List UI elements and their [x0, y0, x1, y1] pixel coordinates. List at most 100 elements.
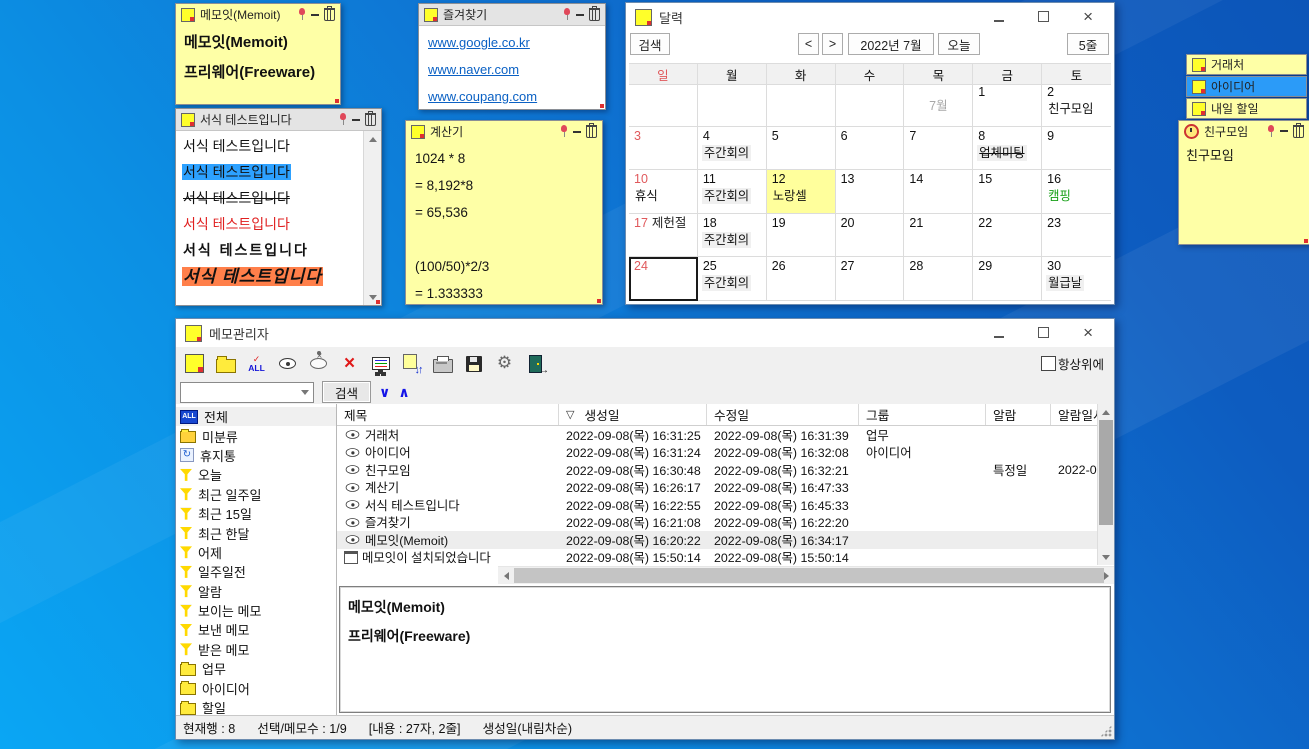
pin-icon[interactable]	[563, 8, 571, 21]
tree-item-12[interactable]: 보낸 메모	[176, 620, 336, 639]
favorite-link[interactable]: www.google.co.kr	[428, 29, 596, 56]
tree-item-15[interactable]: 아이디어	[176, 678, 336, 697]
calendar-cell[interactable]: 20	[836, 214, 905, 258]
calendar-cell[interactable]: 7	[904, 127, 973, 171]
tree-item-16[interactable]: 할일	[176, 698, 336, 716]
calendar-cell[interactable]: 18주간회의	[698, 214, 767, 258]
today-button[interactable]: 오늘	[938, 33, 980, 55]
delete-memo-button[interactable]: ×	[337, 351, 362, 376]
trash-icon[interactable]	[324, 8, 335, 21]
month-button[interactable]: 2022년 7월	[848, 33, 934, 55]
calendar-cell[interactable]: 15	[973, 170, 1042, 214]
table-row[interactable]: 메모잇(Memoit)2022-09-08(목) 16:20:222022-09…	[337, 531, 1114, 549]
tree-item-14[interactable]: 업무	[176, 659, 336, 678]
note-friends-body[interactable]: 친구모임	[1179, 141, 1309, 244]
calendar-window[interactable]: 달력 × 검색 < > 2022년 7월 오늘 5줄 일월화수목금토 7월12친…	[625, 2, 1115, 305]
manager-titlebar[interactable]: 메모관리자 ×	[176, 319, 1114, 347]
note-favorites[interactable]: 즐겨찾기 www.google.co.krwww.naver.comwww.co…	[418, 3, 606, 110]
calendar-cell[interactable]: 8업체미팅	[973, 127, 1042, 171]
calendar-cell[interactable]: 2친구모임	[1042, 83, 1111, 127]
maximize-button[interactable]	[1038, 10, 1049, 25]
resize-handle[interactable]	[376, 300, 380, 304]
tree-item-3[interactable]: ↻휴지통	[176, 446, 336, 465]
scrollbar-thumb[interactable]	[1099, 420, 1113, 525]
column-header-2[interactable]: ▽생성일	[559, 404, 707, 425]
table-row[interactable]: 아이디어2022-09-08(목) 16:31:242022-09-08(목) …	[337, 444, 1114, 462]
note-format-body[interactable]: 서식 테스트입니다서식 테스트입니다서식 테스트입니다서식 테스트입니다서식 테…	[176, 131, 364, 305]
next-month-button[interactable]: >	[822, 33, 843, 55]
close-button[interactable]: ×	[1083, 7, 1093, 27]
search-combobox[interactable]	[180, 382, 314, 403]
table-row[interactable]: 서식 테스트입니다2022-09-08(목) 16:22:552022-09-0…	[337, 496, 1114, 514]
minimize-button[interactable]	[994, 326, 1004, 341]
minimize-icon[interactable]	[576, 14, 584, 16]
calendar-cell[interactable]: 29	[973, 257, 1042, 301]
pin-icon[interactable]	[1267, 125, 1275, 138]
new-memo-button[interactable]	[182, 351, 207, 376]
column-header-3[interactable]: 수정일	[707, 404, 859, 425]
trash-icon[interactable]	[589, 8, 600, 21]
save-button[interactable]	[461, 351, 486, 376]
pin-icon[interactable]	[298, 8, 306, 21]
import-export-button[interactable]: ↓↑	[399, 351, 424, 376]
table-row[interactable]: 거래처2022-09-08(목) 16:31:252022-09-08(목) 1…	[337, 426, 1114, 444]
tree-item-2[interactable]: 미분류	[176, 426, 336, 445]
tree-item-4[interactable]: 오늘	[176, 465, 336, 484]
calendar-cell[interactable]	[629, 83, 698, 127]
note-format[interactable]: 서식 테스트입니다 서식 테스트입니다서식 테스트입니다서식 테스트입니다서식 …	[175, 108, 382, 306]
note-friends-titlebar[interactable]: 친구모임	[1179, 121, 1309, 141]
calendar-cell[interactable]: 7월	[904, 83, 973, 127]
calendar-cell[interactable]: 19	[767, 214, 836, 258]
resize-handle[interactable]	[597, 299, 601, 303]
manager-window[interactable]: 메모관리자 × ✓ALL×↓↑⚙ 항상위에 검색 ∨ ∧ ALL전체미분류↻휴지…	[175, 318, 1115, 740]
calendar-cell[interactable]	[698, 83, 767, 127]
table-row[interactable]: 친구모임2022-09-08(목) 16:30:482022-09-08(목) …	[337, 461, 1114, 479]
tree-item-10[interactable]: 알람	[176, 582, 336, 601]
favorite-link[interactable]: www.coupang.com	[428, 83, 596, 109]
note-memoit[interactable]: 메모잇(Memoit) 메모잇(Memoit)프리웨어(Freeware)	[175, 3, 341, 105]
note-friends[interactable]: 친구모임 친구모임	[1178, 120, 1309, 245]
note-calculator-titlebar[interactable]: 계산기	[406, 121, 602, 142]
exit-button[interactable]	[523, 351, 548, 376]
always-on-top-checkbox[interactable]	[1041, 356, 1056, 371]
open-group-button[interactable]	[213, 351, 238, 376]
note-favorites-body[interactable]: www.google.co.krwww.naver.comwww.coupang…	[419, 26, 605, 109]
calendar-cell[interactable]: 13	[836, 170, 905, 214]
calendar-cell[interactable]: 4주간회의	[698, 127, 767, 171]
note-calculator-body[interactable]: 1024 * 8= 8,192*8= 65,536 (100/50)*2/3= …	[406, 142, 602, 304]
resize-handle[interactable]	[1304, 239, 1308, 243]
show-all-button[interactable]: ✓ALL	[244, 351, 269, 376]
collapsed-note-1[interactable]: 거래처	[1186, 54, 1307, 75]
resize-handle[interactable]	[335, 99, 339, 103]
note-favorites-titlebar[interactable]: 즐겨찾기	[419, 4, 605, 26]
minimize-icon[interactable]	[1280, 130, 1288, 132]
search-next-button[interactable]: ∨	[379, 385, 390, 399]
minimize-icon[interactable]	[573, 131, 581, 133]
collapsed-note-2[interactable]: 아이디어	[1186, 76, 1307, 97]
show-memo-button[interactable]	[275, 351, 300, 376]
scrollbar-thumb[interactable]	[514, 568, 1104, 583]
rows-button[interactable]: 5줄	[1067, 33, 1109, 55]
table-row[interactable]: 계산기2022-09-08(목) 16:26:172022-09-08(목) 1…	[337, 479, 1114, 497]
maximize-button[interactable]	[1038, 326, 1049, 341]
calendar-cell[interactable]: 23	[1042, 214, 1111, 258]
scroll-left-icon[interactable]	[498, 567, 514, 584]
trash-icon[interactable]	[365, 113, 376, 126]
note-calculator[interactable]: 계산기 1024 * 8= 8,192*8= 65,536 (100/50)*2…	[405, 120, 603, 305]
scrollbar-vertical[interactable]	[363, 131, 381, 305]
search-prev-button[interactable]: ∧	[398, 385, 409, 399]
favorite-link[interactable]: www.naver.com	[428, 56, 596, 83]
scroll-right-icon[interactable]	[1098, 567, 1114, 584]
calendar-cell[interactable]: 21	[904, 214, 973, 258]
collapsed-note-3[interactable]: 내일 할일	[1186, 98, 1307, 119]
calendar-cell[interactable]: 28	[904, 257, 973, 301]
tree-item-11[interactable]: 보이는 메모	[176, 601, 336, 620]
memo-preview-pane[interactable]: 메모잇(Memoit)프리웨어(Freeware)	[339, 586, 1111, 713]
minimize-icon[interactable]	[352, 119, 360, 121]
scroll-down-icon[interactable]	[1098, 549, 1114, 565]
tree-item-1[interactable]: ALL전체	[176, 407, 336, 426]
calendar-cell[interactable]: 27	[836, 257, 905, 301]
resize-handle[interactable]	[600, 104, 604, 108]
minimize-button[interactable]	[994, 10, 1004, 25]
table-scrollbar-horizontal[interactable]	[498, 566, 1114, 584]
